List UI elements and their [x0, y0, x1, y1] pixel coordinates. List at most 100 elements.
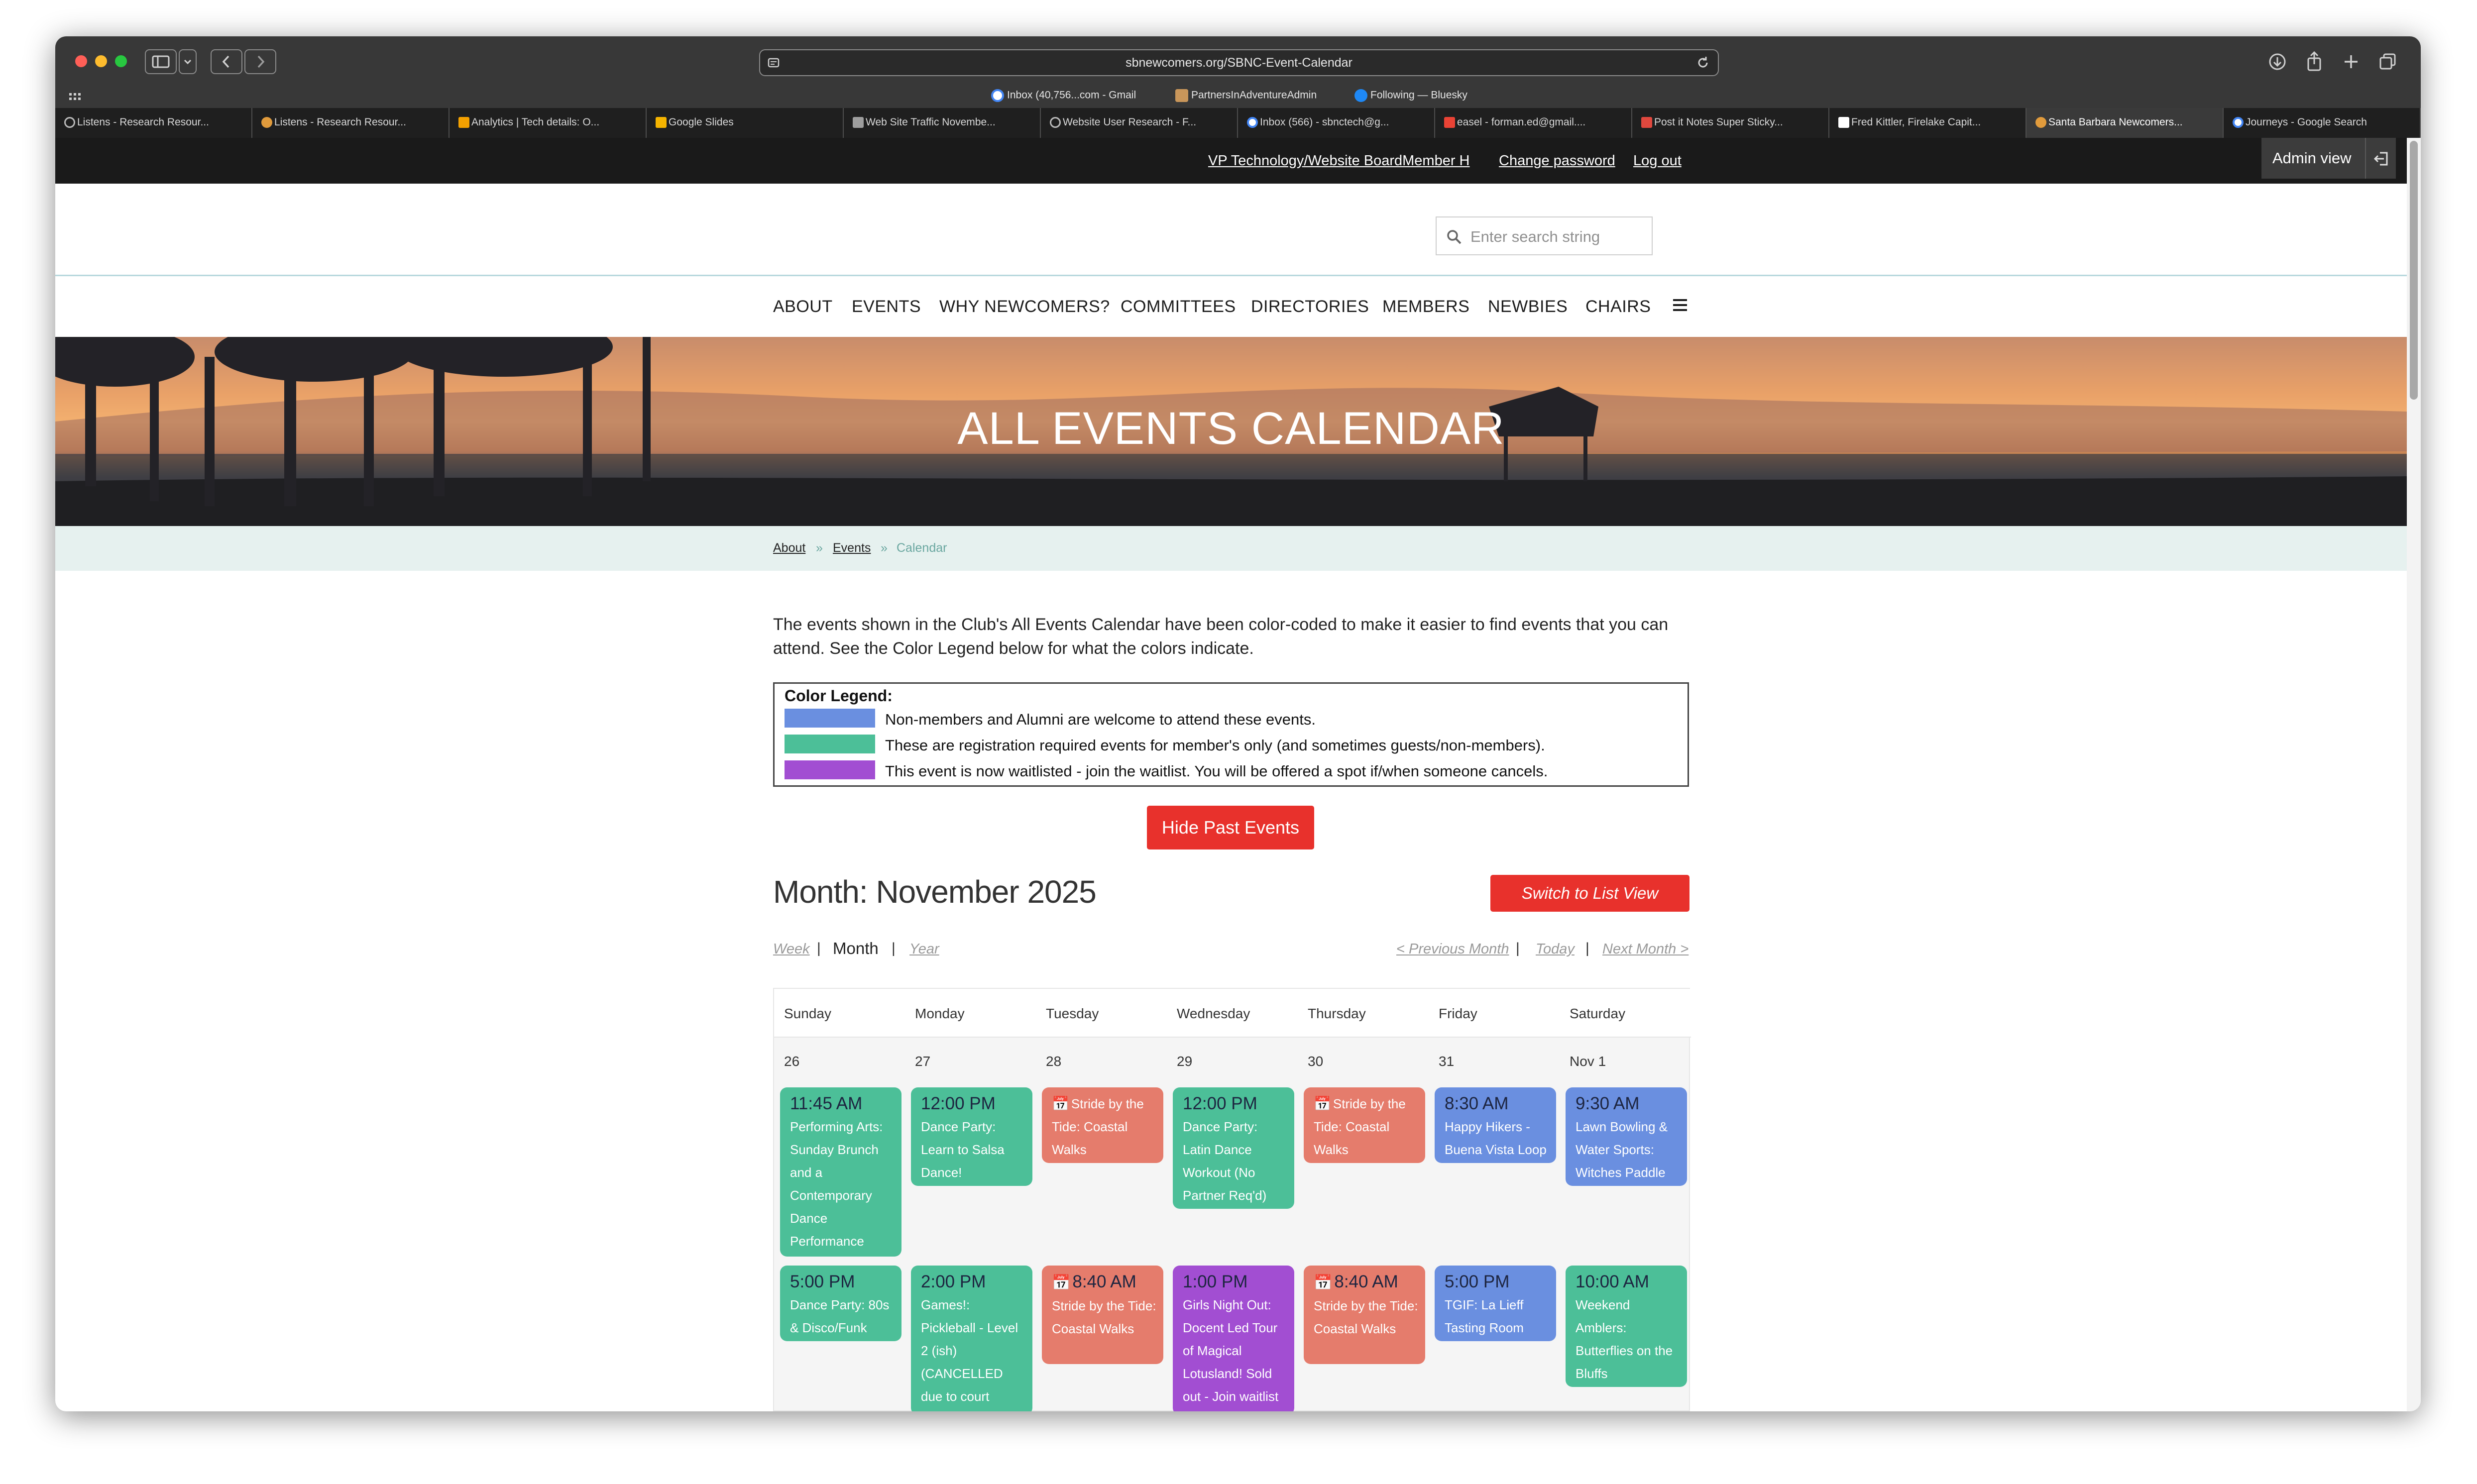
close-window-button[interactable] — [75, 55, 87, 67]
switch-to-list-view-button[interactable]: Switch to List View — [1490, 875, 1689, 912]
calendar-icon: 📅 — [1314, 1096, 1331, 1111]
tab-overview-button[interactable] — [2373, 49, 2403, 74]
breadcrumb-about[interactable]: About — [773, 541, 805, 555]
tab-bar: Listens - Research Resour... Listens - R… — [55, 108, 2421, 138]
view-week-link[interactable]: Week — [773, 941, 810, 957]
url-text: sbnewcomers.org/SBNC-Event-Calendar — [1126, 56, 1352, 70]
tab-active[interactable]: Santa Barbara Newcomers... — [2027, 108, 2224, 138]
date-number: 27 — [915, 1054, 931, 1069]
hide-past-events-button[interactable]: Hide Past Events — [1147, 806, 1314, 849]
event-time: 11:45 AM — [790, 1094, 863, 1113]
nav-about[interactable]: ABOUT — [773, 297, 833, 317]
tab[interactable]: Google Slides — [647, 108, 844, 138]
tab-label: Fred Kittler, Firelake Capit... — [1851, 116, 1981, 128]
day-of-week: Thursday — [1308, 1006, 1366, 1021]
event-title: Stride by the Tide: Coastal Walks — [1052, 1298, 1156, 1336]
event-card[interactable]: 1:00 PM Girls Night Out: Docent Led Tour… — [1173, 1266, 1294, 1411]
breadcrumb-calendar: Calendar — [897, 541, 947, 555]
nav-committees[interactable]: COMMITTEES — [1121, 297, 1236, 317]
bookmark-gmail[interactable]: Inbox (40,756...com - Gmail — [991, 89, 1136, 102]
google-icon — [991, 89, 1004, 102]
zoom-window-button[interactable] — [115, 55, 127, 67]
forward-button[interactable] — [244, 49, 276, 74]
tab[interactable]: Fred Kittler, Firelake Capit... — [1829, 108, 2027, 138]
scrollbar-thumb[interactable] — [2410, 141, 2418, 400]
admin-view-button[interactable]: Admin view — [2261, 138, 2396, 179]
event-card[interactable]: 5:00 PM Dance Party: 80s & Disco/Funk — [780, 1266, 901, 1341]
nav-chairs[interactable]: CHAIRS — [1585, 297, 1651, 317]
header-divider — [55, 275, 2407, 276]
event-card[interactable]: 12:00 PM Dance Party: Latin Dance Workou… — [1173, 1087, 1294, 1209]
logout-link[interactable]: Log out — [1633, 153, 1682, 169]
event-card[interactable]: 9:30 AM Lawn Bowling & Water Sports: Wit… — [1566, 1087, 1687, 1186]
event-card[interactable]: 8:30 AM Happy Hikers - Buena Vista Loop — [1435, 1087, 1556, 1163]
exit-icon[interactable] — [2372, 149, 2392, 169]
nav-events[interactable]: EVENTS — [852, 297, 921, 317]
favicon-icon — [853, 117, 864, 128]
event-card[interactable]: 📅 8:40 AM Stride by the Tide: Coastal Wal… — [1042, 1266, 1163, 1364]
view-year-link[interactable]: Year — [909, 941, 939, 957]
page-scrollbar[interactable] — [2407, 138, 2421, 1411]
tabs-icon — [2379, 53, 2396, 70]
day-of-week: Friday — [1439, 1006, 1477, 1021]
bookmark-partners-admin[interactable]: PartnersInAdventureAdmin — [1175, 89, 1317, 102]
date-number: 30 — [1308, 1054, 1324, 1069]
event-card[interactable]: 10:00 AM Weekend Amblers: Butterflies on… — [1566, 1266, 1687, 1387]
view-separator: | — [817, 940, 821, 956]
nav-members[interactable]: MEMBERS — [1382, 297, 1469, 317]
bookmark-bluesky[interactable]: Following — Bluesky — [1354, 89, 1467, 102]
event-title: Dance Party: 80s & Disco/Funk — [790, 1297, 890, 1335]
minimize-window-button[interactable] — [95, 55, 107, 67]
address-bar[interactable]: sbnewcomers.org/SBNC-Event-Calendar — [759, 49, 1719, 76]
downloads-button[interactable] — [2262, 49, 2292, 74]
tab[interactable]: easel - forman.ed@gmail.... — [1435, 108, 1632, 138]
hamburger-icon[interactable] — [1670, 295, 1690, 315]
role-link[interactable]: VP Technology/Website BoardMember H — [1208, 153, 1470, 169]
tab[interactable]: Analytics | Tech details: O... — [450, 108, 647, 138]
event-card[interactable]: 5:00 PM TGIF: La Lieff Tasting Room — [1435, 1266, 1556, 1341]
event-title: Girls Night Out: Docent Led Tour of Magi… — [1183, 1297, 1279, 1404]
previous-month-link[interactable]: < Previous Month — [1396, 941, 1509, 957]
bookmarks-bar: Inbox (40,756...com - Gmail PartnersInAd… — [55, 85, 2421, 108]
search-box[interactable] — [1436, 216, 1653, 255]
event-card[interactable]: 2:00 PM Games!: Pickleball - Level 2 (is… — [911, 1266, 1032, 1411]
today-link[interactable]: Today — [1536, 941, 1575, 957]
tab[interactable]: Inbox (566) - sbnctech@g... — [1238, 108, 1435, 138]
favicon-icon — [1838, 117, 1849, 128]
sidebar-menu-button[interactable] — [179, 49, 197, 74]
event-title: 📅 Stride by the Tide: Coastal Walks — [1314, 1092, 1419, 1161]
breadcrumb-events[interactable]: Events — [833, 541, 871, 555]
sidebar-toggle-button[interactable] — [145, 49, 177, 74]
breadcrumb: About » Events » Calendar — [55, 526, 2407, 571]
tab[interactable]: Post it Notes Super Sticky... — [1632, 108, 1829, 138]
event-card[interactable]: 📅 Stride by the Tide: Coastal Walks — [1304, 1087, 1425, 1163]
share-button[interactable] — [2299, 49, 2329, 74]
admin-view-label: Admin view — [2272, 149, 2352, 167]
nav-newbies[interactable]: NEWBIES — [1488, 297, 1568, 317]
nav-separator: | — [1585, 940, 1589, 956]
tab[interactable]: Journeys - Google Search — [2224, 108, 2421, 138]
next-month-link[interactable]: Next Month > — [1602, 941, 1689, 957]
reload-icon[interactable] — [1695, 55, 1711, 71]
event-card[interactable]: 📅 Stride by the Tide: Coastal Walks — [1042, 1087, 1163, 1163]
nav-directories[interactable]: DIRECTORIES — [1251, 297, 1369, 317]
event-card[interactable]: 📅 8:40 AM Stride by the Tide: Coastal Wal… — [1304, 1266, 1425, 1364]
event-title: Dance Party: Latin Dance Workout (No Par… — [1183, 1119, 1267, 1203]
event-card[interactable]: 12:00 PM Dance Party: Learn to Salsa Dan… — [911, 1087, 1032, 1186]
tab[interactable]: Web Site Traffic Novembe... — [844, 108, 1041, 138]
tab[interactable]: Listens - Research Resour... — [252, 108, 450, 138]
new-tab-button[interactable] — [2336, 49, 2366, 74]
date-number: Nov 1 — [1570, 1054, 1606, 1069]
legend-text: These are registration required events f… — [885, 737, 1545, 754]
back-button[interactable] — [211, 49, 242, 74]
nav-why-newcomers[interactable]: WHY NEWCOMERS? — [939, 297, 1110, 317]
day-of-week: Tuesday — [1046, 1006, 1099, 1021]
search-input[interactable] — [1469, 226, 1646, 247]
grid-icon[interactable] — [68, 92, 82, 102]
nav-separator: | — [1516, 940, 1520, 956]
change-password-link[interactable]: Change password — [1499, 153, 1615, 169]
tab[interactable]: Website User Research - F... — [1041, 108, 1238, 138]
tab[interactable]: Listens - Research Resour... — [55, 108, 252, 138]
tab-label: Web Site Traffic Novembe... — [866, 116, 996, 128]
event-card[interactable]: 11:45 AM Performing Arts: Sunday Brunch … — [780, 1087, 901, 1257]
